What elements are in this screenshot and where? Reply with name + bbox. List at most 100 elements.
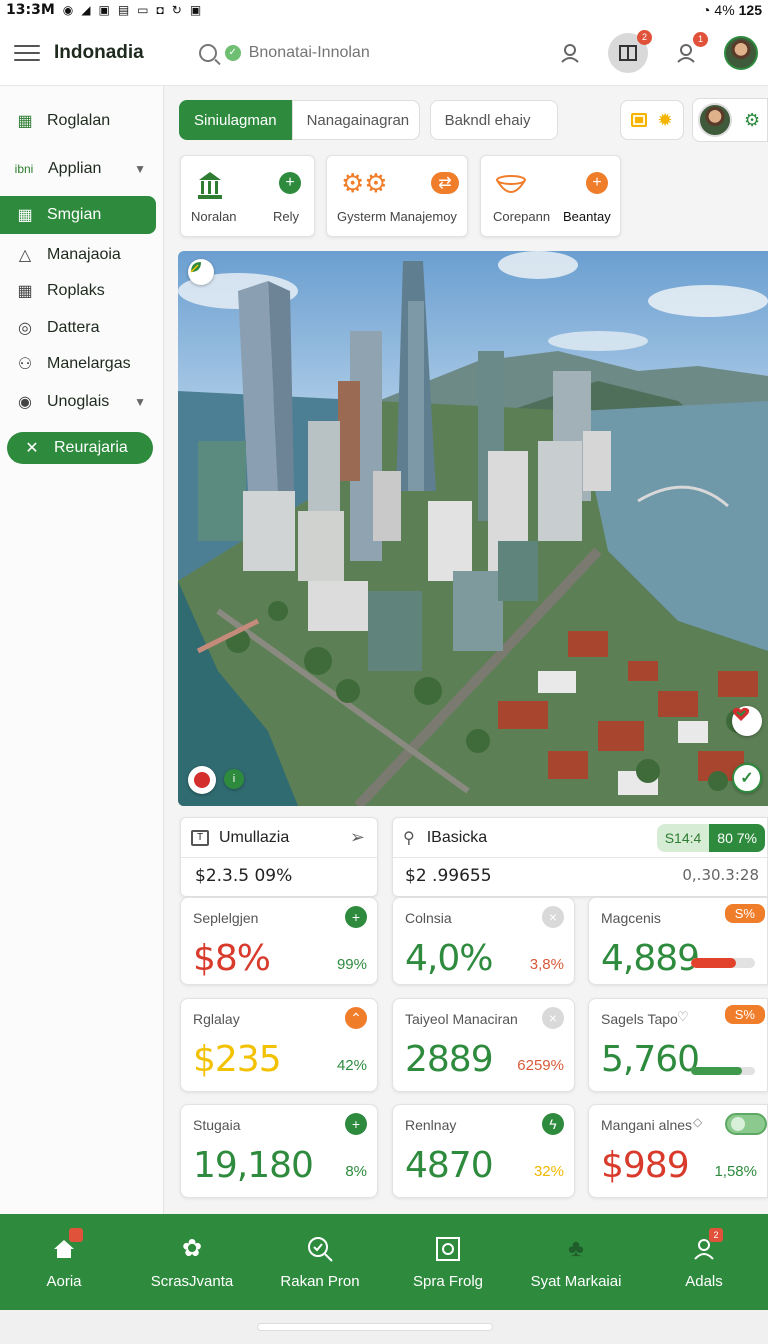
info-icon[interactable]: i [224,769,244,789]
metric-card-colnsia[interactable]: Colnsia × 4,0% 3,8% [392,897,575,985]
metric-card-rglalay[interactable]: Rglalay ⌃ $235 42% [180,998,378,1092]
progress-bar [691,958,755,968]
metric-card-seplelgjen[interactable]: Seplelgjen + $8% 99% [180,897,378,985]
add-icon[interactable]: + [345,1113,367,1135]
metric-card-stugaia[interactable]: Stugaia + 19,180 8% [180,1104,378,1198]
sidebar-item-roglalan[interactable]: ▦ Roglalan [0,102,156,140]
quick-card-corepann[interactable]: + Corepann Beantay [480,155,621,237]
menu-icon[interactable] [14,44,40,61]
metric-change: 99% [336,956,367,973]
window-icon[interactable] [631,113,648,127]
sidebar-item-unoglais[interactable]: ◉ Unoglais ▼ [0,383,156,421]
nav-label: Adals [685,1272,723,1290]
metric-change: 8% [345,1163,367,1180]
brand-logo[interactable]: Indonadia [54,41,150,64]
bottom-nav: Aoria ✿ ScrasJvanta Rakan Pron Spra Frol… [0,1214,768,1310]
metric-title: Sagels Tapo [601,1011,678,1027]
terminal-icon: T [191,829,209,846]
city-illustration [178,251,768,806]
sidebar-item-dattera[interactable]: ◎ Dattera [0,309,156,347]
status-bar: 13:3M ◉ ◢ ▣ ▤ ▭ ◘ ↻ ▣ ◔ 4% 125 [0,0,768,20]
sidebar-item-manelargas[interactable]: ⚇ Manelargas [0,345,156,383]
nav-scrasjvanta[interactable]: ✿ ScrasJvanta [128,1214,256,1310]
metric-value: $8% [193,938,271,979]
nav-adals[interactable]: 2 Adals [640,1214,768,1310]
nav-spra-frolg[interactable]: Spra Frolg [384,1214,512,1310]
metric-change: 42% [336,1057,367,1074]
close-icon[interactable]: × [542,906,564,928]
panel-header: T Umullazia ➢ [181,818,377,858]
city-aerial-image[interactable]: i ✓ [178,251,768,806]
record-icon[interactable] [188,766,216,794]
sidebar-item-applian[interactable]: ibni Applian ▼ [0,150,156,188]
sync-icon: ↻ [171,3,182,17]
nav-label: Aoria [46,1272,82,1290]
quick-card-gysterm[interactable]: ⚙⚙ ⇄ Gysterm Manajemoy [326,155,468,237]
bolt-icon[interactable]: ϟ [542,1113,564,1135]
toggle-switch[interactable] [725,1113,767,1135]
metric-card-magcenis[interactable]: Magcenis S% 4,889 [588,897,768,985]
close-icon[interactable]: × [542,1007,564,1029]
status-icons: ◉ ◢ ▣ ▤ ▭ ◘ ↻ ▣ [63,3,201,17]
notification-badge: 2 [637,29,652,45]
metric-card-renlnay[interactable]: Renlnay ϟ 4870 32% [392,1104,575,1198]
metric-value: 2889 [405,1039,494,1080]
chip-value: S14:4 [656,824,710,852]
user-search-icon: ⚲ [403,829,415,847]
sidebar-item-label: Roplaks [47,282,105,299]
nav-aoria[interactable]: Aoria [0,1214,128,1310]
profile-outline-icon[interactable] [552,35,588,71]
user-icon[interactable]: 1 [668,31,708,71]
sidebar: ▦ Roglalan ibni Applian ▼ ▦ Smgian △ Man… [0,86,164,1214]
nav-rakan-pron[interactable]: Rakan Pron [256,1214,384,1310]
search-bar[interactable]: ✓ [198,33,499,73]
tools-icon: ✕ [25,440,39,457]
lock-icon: ◘ [156,3,164,17]
metric-title: Seplelgjen [193,910,259,926]
add-icon[interactable]: + [345,906,367,928]
tab-siniulagman[interactable]: Siniulagman [179,100,292,140]
add-icon[interactable]: + [279,172,301,194]
flower-icon: ✿ [181,1235,203,1262]
sidebar-item-smgian[interactable]: ▦ Smgian [0,196,156,234]
status-chips[interactable]: S14:4 80 7% [656,824,765,852]
home-indicator[interactable] [258,1324,492,1330]
user-avatar [698,103,732,137]
brand-name: Indonadia [54,41,144,63]
search-input[interactable] [248,43,489,62]
avatar[interactable] [724,35,758,70]
tab-bakndl-ehaiy[interactable]: Bakndl ehaiy [429,100,558,140]
leaf-badge-icon[interactable] [188,259,214,285]
swap-icon[interactable]: ⇄ [431,172,459,194]
metric-value: 4870 [405,1145,494,1186]
grid-icon: ▦ [17,283,33,300]
quick-card-noralan[interactable]: + Noralan Rely [180,155,315,237]
check-icon[interactable]: ✓ [732,763,762,793]
chip-percent: 80 7% [709,824,765,852]
metric-change: 6259% [517,1057,564,1074]
metric-card-sagels-tapo[interactable]: Sagels Tapo ♡ S% 5,760 [588,998,768,1092]
heart-icon[interactable] [732,706,762,736]
sidebar-item-reurajaria[interactable]: ✕ Reurajaria [7,432,153,464]
user-badge: 2 [709,1228,723,1242]
add-icon[interactable]: + [586,172,608,194]
sidebar-item-roplaks[interactable]: ▦ Roplaks [0,272,156,310]
gear-icon[interactable]: ✹ [657,110,672,131]
sidebar-item-label: Roglalan [47,112,111,129]
sidebar-item-manajaoia[interactable]: △ Manajaoia [0,236,156,274]
sidebar-item-label: Manelargas [47,355,131,372]
metric-change: 32% [533,1163,564,1180]
metric-card-taiyeol[interactable]: Taiyeol Manaciran × 2889 6259% [392,998,575,1092]
nav-syat-markaiai[interactable]: ♣ Syat Markaiai [512,1214,640,1310]
heart-outline-icon[interactable]: ♡ [677,1009,689,1025]
metric-card-mangani[interactable]: Mangani alnes ◇ $989 1,58% [588,1104,768,1198]
progress-bar [691,1067,755,1075]
search-check-icon [306,1235,334,1263]
user-chip[interactable]: ⚙ [692,98,768,142]
book-icon[interactable]: 2 [608,29,652,73]
toolbar-tools: ✹ [620,100,684,140]
send-icon[interactable]: ➢ [350,827,365,848]
settings-icon[interactable]: ⚙ [744,110,760,131]
tab-nanagainagran[interactable]: Nanagainagran [291,100,420,140]
chevron-up-icon[interactable]: ⌃ [345,1007,367,1029]
